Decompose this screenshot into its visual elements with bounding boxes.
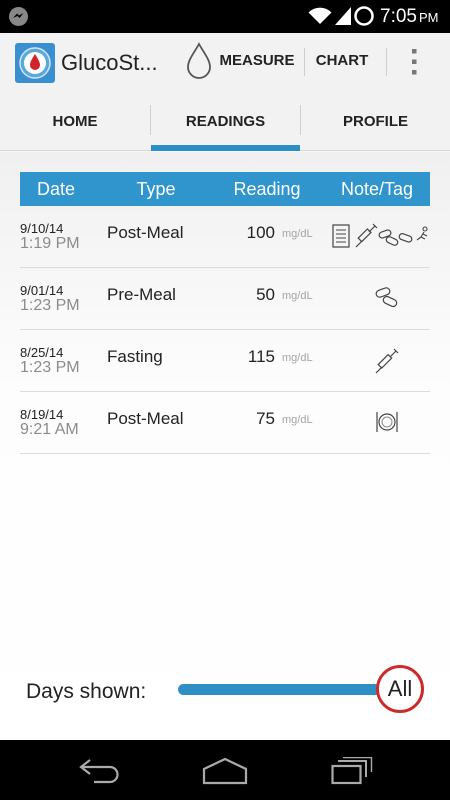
overflow-menu-icon[interactable] <box>404 46 424 78</box>
status-clock: 7:05 PM <box>380 6 439 27</box>
reading-value: 115 <box>247 347 275 366</box>
reading-date: 9/10/14 <box>20 221 64 236</box>
tab-profile[interactable]: PROFILE <box>301 91 450 151</box>
column-header-date[interactable]: Date <box>20 172 92 206</box>
reading-value: 100 <box>246 223 275 242</box>
reading-type: Fasting <box>107 347 163 366</box>
app-logo-icon[interactable] <box>15 43 55 83</box>
tab-bar: HOME READINGS PROFILE <box>0 91 450 151</box>
navigation-bar <box>0 740 450 800</box>
reading-value: 50 <box>256 285 275 304</box>
reading-unit: mg/dL <box>282 352 313 364</box>
note-icon <box>332 224 350 248</box>
reading-unit: mg/dL <box>282 290 313 302</box>
reading-type: Pre-Meal <box>107 285 176 304</box>
pills-icon <box>378 229 399 246</box>
back-icon[interactable] <box>78 758 122 784</box>
exercise-icon <box>416 226 428 241</box>
pills-icon <box>375 287 398 308</box>
reading-time: 1:19 PM <box>20 235 80 252</box>
column-header-note-tag[interactable]: Note/Tag <box>324 172 430 206</box>
chart-button[interactable]: CHART <box>306 46 378 76</box>
reading-row[interactable]: 8/19/14 9:21 AM Post-Meal 75 mg/dL <box>20 392 430 454</box>
reading-time: 1:23 PM <box>20 359 80 376</box>
wifi-icon <box>308 7 332 24</box>
column-header-type[interactable]: Type <box>103 172 209 206</box>
app-title: GlucoSt... <box>61 50 158 75</box>
reading-date: 8/25/14 <box>20 345 64 360</box>
blood-drop-icon[interactable] <box>185 42 213 80</box>
action-divider <box>386 48 387 76</box>
alarm-icon <box>354 6 374 26</box>
reading-row[interactable]: 9/10/14 1:19 PM Post-Meal 100 mg/dL <box>20 206 430 268</box>
signal-icon <box>335 7 351 25</box>
syringe-icon <box>355 223 378 248</box>
recent-apps-icon[interactable] <box>331 757 373 785</box>
reading-unit: mg/dL <box>282 414 313 426</box>
column-header-reading[interactable]: Reading <box>216 172 318 206</box>
days-shown-slider-track[interactable] <box>178 684 400 695</box>
action-bar: GlucoSt... MEASURE CHART <box>0 33 450 91</box>
reading-time: 1:23 PM <box>20 297 80 314</box>
meal-icon <box>376 412 398 432</box>
days-shown-slider-thumb[interactable]: All <box>376 665 424 713</box>
reading-type: Post-Meal <box>107 409 184 428</box>
reading-tags <box>328 346 430 376</box>
reading-unit: mg/dL <box>282 228 313 240</box>
reading-row[interactable]: 8/25/14 1:23 PM Fasting 115 mg/dL <box>20 330 430 392</box>
status-bar: 7:05 PM <box>0 0 450 33</box>
tab-readings[interactable]: READINGS <box>151 91 300 151</box>
reading-value: 75 <box>256 409 275 428</box>
pills-icon <box>398 233 413 243</box>
action-divider <box>304 48 305 76</box>
reading-row[interactable]: 9/01/14 1:23 PM Pre-Meal 50 mg/dL <box>20 268 430 330</box>
days-shown-label: Days shown: <box>26 680 147 703</box>
messenger-icon <box>9 7 28 26</box>
reading-date: 8/19/14 <box>20 407 64 422</box>
tab-home[interactable]: HOME <box>0 91 150 151</box>
home-icon[interactable] <box>202 757 248 785</box>
reading-type: Post-Meal <box>107 223 184 242</box>
reading-tags <box>328 284 430 314</box>
reading-tags <box>328 222 430 252</box>
reading-date: 9/01/14 <box>20 283 64 298</box>
measure-button[interactable]: MEASURE <box>215 46 299 76</box>
readings-table-header: Date Type Reading Note/Tag <box>20 172 430 206</box>
selected-tab-indicator <box>151 145 300 151</box>
reading-tags <box>328 408 430 438</box>
syringe-icon <box>375 348 399 374</box>
readings-content: Date Type Reading Note/Tag 9/10/14 1:19 … <box>0 152 450 740</box>
reading-time: 9:21 AM <box>20 421 79 438</box>
